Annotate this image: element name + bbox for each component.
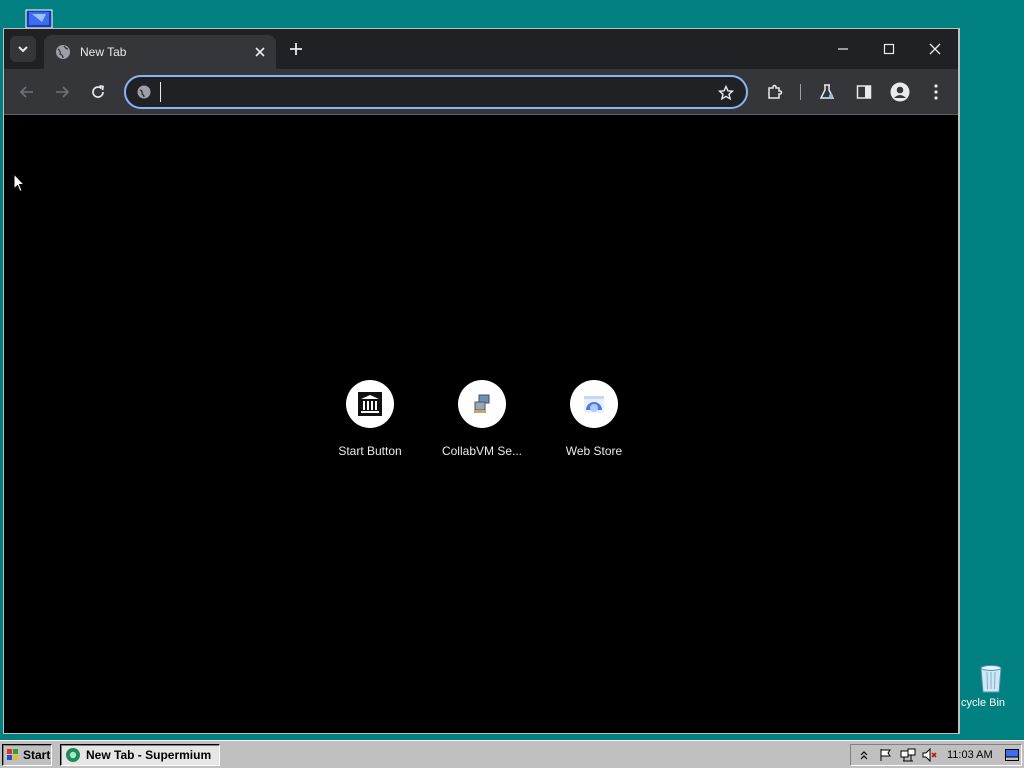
tab-close-button[interactable]: [252, 44, 268, 60]
close-icon: [255, 47, 265, 57]
minimize-icon: [838, 48, 848, 50]
recycle-bin[interactable]: cycle Bin: [958, 662, 1024, 718]
taskbar: Start New Tab - Supermium 11:03 AM: [0, 740, 1024, 768]
mouse-cursor-icon: [13, 173, 25, 193]
close-icon: [929, 43, 941, 55]
desktop-computer-icon[interactable]: [24, 8, 56, 30]
close-window-button[interactable]: [923, 37, 947, 61]
maximize-button[interactable]: [877, 37, 901, 61]
back-button[interactable]: [15, 80, 39, 104]
recycle-bin-label: cycle Bin: [961, 697, 1006, 709]
new-tab-button[interactable]: [285, 38, 307, 60]
start-button[interactable]: Start: [2, 744, 52, 766]
network-button[interactable]: [899, 746, 917, 764]
minimize-button[interactable]: [831, 37, 855, 61]
shortcut-label: Start Button: [338, 444, 402, 458]
action-center-button[interactable]: [877, 746, 895, 764]
labs-button[interactable]: [815, 80, 839, 104]
side-panel-button[interactable]: [852, 80, 876, 104]
star-icon: [718, 85, 734, 101]
computer-icon: [474, 394, 490, 413]
start-label: Start: [23, 748, 51, 762]
shortcut-start-button[interactable]: Start Button: [314, 380, 426, 458]
taskbar-item-label: New Tab - Supermium: [86, 748, 212, 762]
chevron-down-icon: [18, 46, 28, 53]
shortcut-collabvm[interactable]: CollabVM Se...: [426, 380, 538, 458]
tray-expand-button[interactable]: [855, 746, 873, 764]
new-tab-page: Start Button CollabVM Se... Web Store: [4, 116, 958, 733]
shortcut-tile: [570, 380, 618, 428]
windows-logo-icon: [7, 749, 18, 760]
tab-title: New Tab: [80, 45, 127, 59]
arrow-right-icon: [56, 86, 70, 98]
reload-icon: [92, 85, 104, 98]
profile-button[interactable]: [888, 80, 912, 104]
volume-muted-icon: [922, 748, 937, 762]
chevron-up-icon: [860, 751, 868, 760]
address-bar[interactable]: [124, 75, 748, 109]
shortcut-label: Web Store: [565, 444, 623, 458]
toolbar-separator: [800, 84, 801, 100]
browser-logo-icon: [66, 748, 80, 762]
page-info-icon: [137, 85, 151, 99]
shortcut-web-store[interactable]: Web Store: [538, 380, 650, 458]
network-icon: [900, 748, 916, 762]
show-desktop-button[interactable]: [1003, 746, 1021, 764]
forward-button[interactable]: [50, 80, 74, 104]
flag-icon: [880, 749, 891, 761]
bookmark-star-button[interactable]: [716, 83, 736, 103]
museum-icon: [358, 392, 382, 416]
tab-new-tab[interactable]: New Tab: [44, 35, 276, 69]
browser-window: New Tab Start Button CollabVM Se... Web …: [3, 28, 960, 734]
web-store-icon: [584, 396, 604, 413]
side-panel-icon: [856, 85, 872, 99]
desktop-icon: [1004, 749, 1019, 761]
tab-search-button[interactable]: [10, 36, 36, 62]
volume-button[interactable]: [921, 746, 939, 764]
menu-button[interactable]: [924, 80, 948, 104]
maximize-icon: [883, 43, 895, 55]
tab-strip: New Tab: [4, 29, 958, 69]
taskbar-item-browser[interactable]: New Tab - Supermium: [60, 744, 220, 766]
system-tray: 11:03 AM: [850, 744, 1022, 766]
extensions-button[interactable]: [763, 80, 787, 104]
shortcut-tile: [346, 380, 394, 428]
address-input[interactable]: [160, 82, 700, 102]
shortcut-tile: [458, 380, 506, 428]
globe-icon: [56, 45, 70, 59]
avatar-icon: [890, 82, 910, 102]
shortcut-label: CollabVM Se...: [441, 444, 523, 458]
kebab-menu-icon: [934, 84, 938, 100]
flask-icon: [819, 84, 835, 99]
browser-toolbar: [4, 69, 958, 115]
taskbar-clock[interactable]: 11:03 AM: [947, 749, 993, 761]
reload-button[interactable]: [86, 80, 110, 104]
plus-icon: [290, 43, 302, 55]
recycle-bin-icon: [980, 665, 1002, 693]
puzzle-icon: [768, 84, 783, 99]
arrow-left-icon: [19, 86, 33, 98]
